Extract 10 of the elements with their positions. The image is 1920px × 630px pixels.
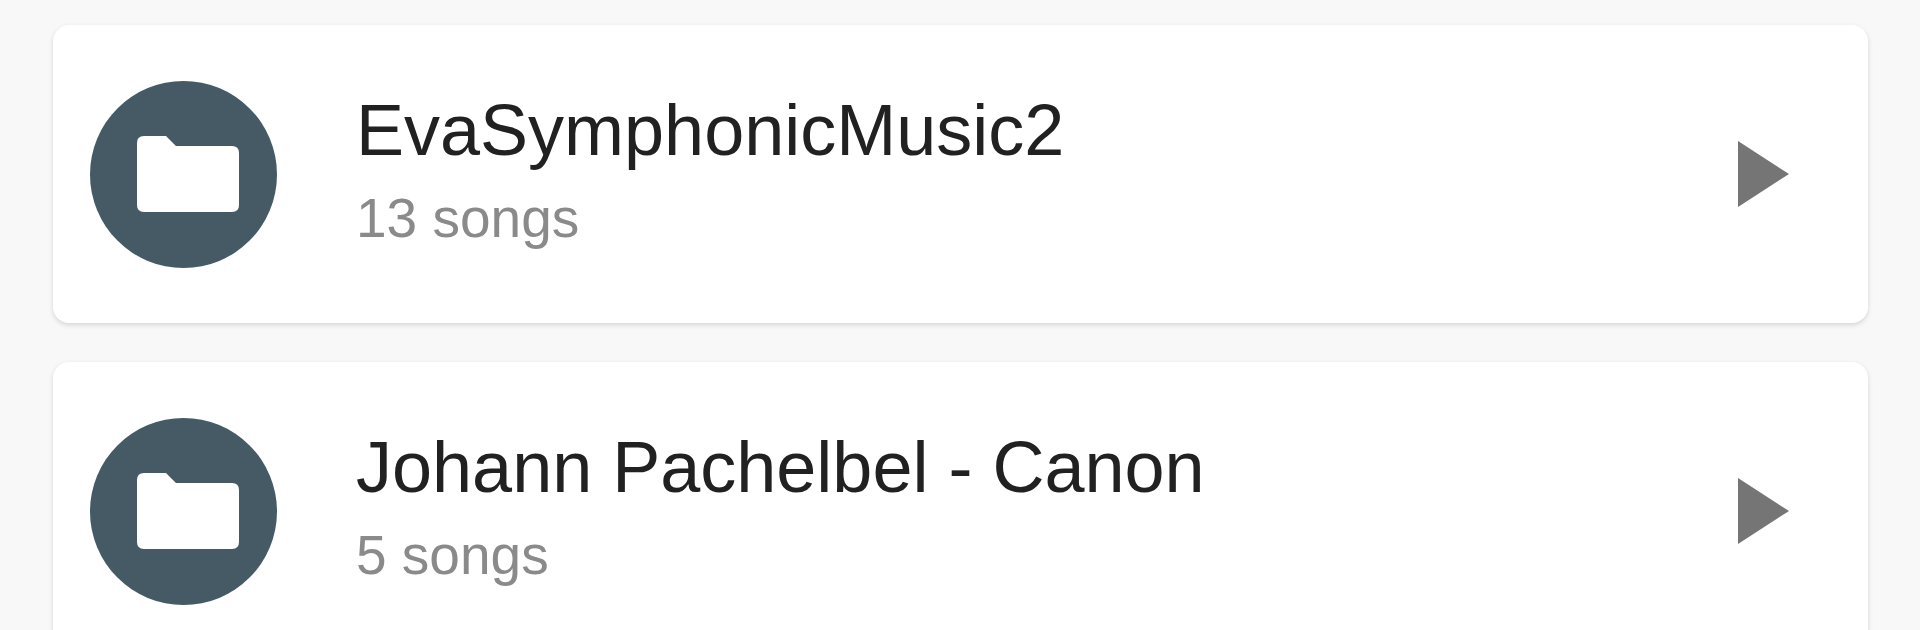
folder-icon xyxy=(90,80,277,268)
play-icon[interactable] xyxy=(1738,141,1789,207)
play-icon[interactable] xyxy=(1738,478,1789,544)
folder-card[interactable]: Johann Pachelbel - Canon 5 songs xyxy=(53,362,1868,630)
folder-icon xyxy=(90,417,277,605)
folder-name: Johann Pachelbel - Canon xyxy=(356,425,1205,509)
folder-name: EvaSymphonicMusic2 xyxy=(356,88,1065,172)
folder-card[interactable]: EvaSymphonicMusic2 13 songs xyxy=(53,25,1868,323)
song-count: 5 songs xyxy=(356,522,549,587)
song-count: 13 songs xyxy=(356,185,580,250)
